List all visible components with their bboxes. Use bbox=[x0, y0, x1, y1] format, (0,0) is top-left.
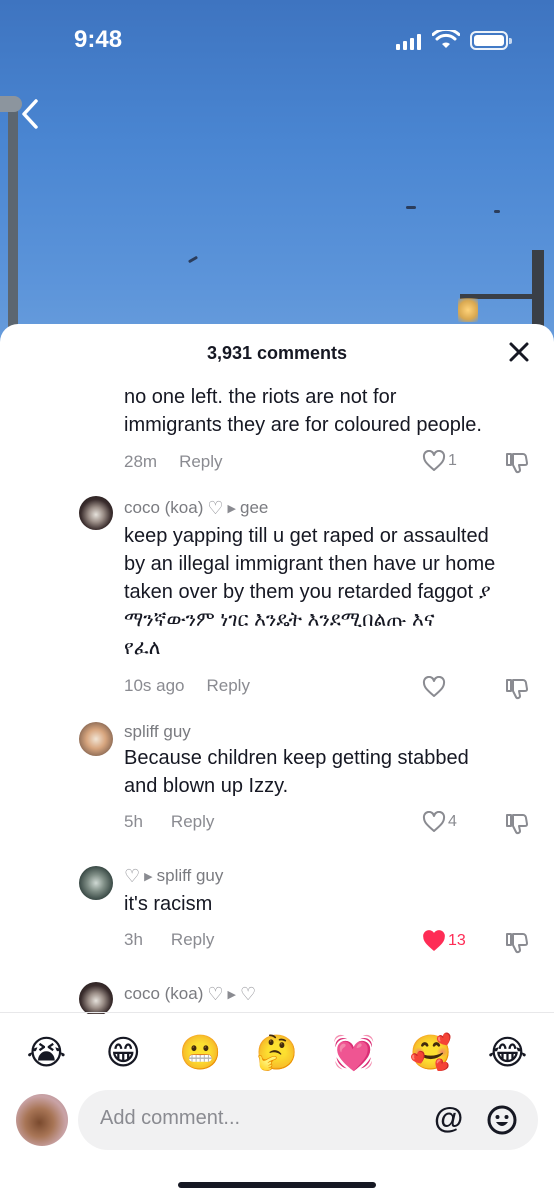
comment-item: no one left. the riots are not for immig… bbox=[0, 378, 554, 490]
heart-small-icon: ♡ bbox=[207, 497, 224, 518]
like-count: 4 bbox=[448, 813, 457, 830]
home-indicator bbox=[178, 1182, 376, 1188]
comment-input-placeholder: Add comment... bbox=[100, 1107, 241, 1129]
cellular-signal-icon bbox=[396, 34, 421, 50]
emoji-quick-bar: 😭 😁 😬 🤔 💓 🥰 😂 bbox=[0, 1012, 554, 1092]
reply-arrow-icon: ▶ bbox=[144, 870, 153, 883]
comment-text-line: Because children keep getting stabbed bbox=[124, 747, 469, 769]
like-count: 13 bbox=[448, 932, 466, 949]
status-bar: 9:48 bbox=[0, 0, 554, 84]
comment-text-line: የፈለ bbox=[124, 637, 161, 659]
my-avatar[interactable] bbox=[16, 1094, 68, 1146]
reply-arrow-icon: ▶ bbox=[227, 988, 236, 1001]
comment-text-line: and blown up Izzy. bbox=[124, 775, 289, 797]
emoji-button[interactable]: 😭 bbox=[23, 1033, 69, 1073]
comment-time: 10s ago bbox=[124, 676, 185, 695]
emoji-button[interactable]: 🥰 bbox=[408, 1033, 454, 1073]
comment-text-line: by an illegal immigrant then have ur hom… bbox=[124, 553, 496, 575]
comment-username-row: coco (koa) ♡ ▶ gee bbox=[124, 496, 268, 520]
avatar[interactable] bbox=[79, 866, 113, 900]
bird bbox=[494, 210, 500, 213]
comment-item: spliff guy Because children keep getting… bbox=[0, 718, 554, 858]
heart-filled-icon[interactable] bbox=[422, 930, 446, 952]
back-chevron-icon[interactable] bbox=[20, 98, 40, 130]
bird bbox=[187, 255, 199, 264]
heart-outline-icon[interactable] bbox=[422, 450, 446, 472]
reply-button[interactable]: Reply bbox=[171, 812, 214, 832]
emoji-button[interactable]: 🤔 bbox=[254, 1033, 300, 1073]
emoji-button[interactable]: 😁 bbox=[100, 1033, 146, 1073]
emoji-picker-icon[interactable] bbox=[486, 1104, 518, 1136]
comment-item: ♡ ▶ spliff guy it's racism 3h Reply 13 bbox=[0, 860, 554, 976]
avatar[interactable] bbox=[79, 982, 113, 1014]
dislike-icon[interactable] bbox=[504, 811, 530, 837]
wifi-icon bbox=[432, 30, 460, 48]
comment-text-line: it's racism bbox=[124, 893, 213, 915]
emoji-button[interactable]: 😬 bbox=[177, 1033, 223, 1073]
emoji-button[interactable]: 💓 bbox=[331, 1033, 377, 1073]
comment-text: it's racism bbox=[124, 890, 544, 918]
comments-count-title: 3,931 comments bbox=[206, 343, 348, 363]
comment-time: 28m bbox=[124, 452, 158, 471]
street-lamp bbox=[0, 96, 22, 112]
street-lamp-pole bbox=[8, 108, 18, 360]
comment-list[interactable]: no one left. the riots are not for immig… bbox=[0, 378, 554, 1014]
comment-username-row: spliff guy bbox=[124, 720, 191, 744]
status-time: 9:48 bbox=[74, 26, 123, 53]
comment-username[interactable]: coco (koa) bbox=[124, 984, 203, 1004]
comment-input[interactable]: Add comment... @ bbox=[78, 1090, 538, 1150]
comment-text: keep yapping till u get raped or assault… bbox=[124, 522, 544, 662]
reply-arrow-icon: ▶ bbox=[227, 502, 236, 515]
heart-small-icon: ♡ bbox=[207, 983, 224, 1004]
heart-small-icon: ♡ bbox=[124, 865, 141, 886]
comment-text-line: keep yapping till u get raped or assault… bbox=[124, 525, 489, 547]
street-lamp-light bbox=[458, 298, 478, 322]
comment-username-row: coco (koa) ♡ ▶ ♡ bbox=[124, 982, 256, 1006]
close-icon[interactable] bbox=[508, 341, 530, 363]
avatar[interactable] bbox=[79, 722, 113, 756]
comment-time: 5h bbox=[124, 812, 143, 831]
heart-outline-icon[interactable] bbox=[422, 676, 446, 698]
comment-item: coco (koa) ♡ ▶ gee keep yapping till u g… bbox=[0, 490, 554, 718]
dislike-icon[interactable] bbox=[504, 676, 530, 702]
bird bbox=[406, 206, 416, 209]
like-count: 1 bbox=[448, 452, 457, 469]
comment-text-line: immigrants they are for coloured people. bbox=[124, 414, 482, 436]
reply-button[interactable]: Reply bbox=[207, 676, 250, 696]
comment-text-line: ማንኛውንም ነገር እንዴት እንደሚበልጡ እና bbox=[124, 609, 435, 631]
reply-to-username[interactable]: gee bbox=[240, 498, 268, 518]
comment-username-row: ♡ ▶ spliff guy bbox=[124, 864, 223, 888]
comment-username[interactable]: spliff guy bbox=[124, 722, 191, 742]
comment-text-line: no one left. the riots are not for bbox=[124, 386, 397, 408]
comment-composer: Add comment... @ bbox=[0, 1090, 554, 1160]
emoji-button[interactable]: 😂 bbox=[484, 1033, 530, 1073]
heart-outline-icon[interactable] bbox=[422, 811, 446, 833]
reply-button[interactable]: Reply bbox=[171, 930, 214, 950]
comment-text-line: taken over by them you retarded faggot ያ bbox=[124, 581, 491, 603]
comment-username[interactable]: coco (koa) bbox=[124, 498, 203, 518]
reply-button[interactable]: Reply bbox=[179, 452, 222, 472]
reply-to-username[interactable]: spliff guy bbox=[157, 866, 224, 886]
avatar[interactable] bbox=[79, 496, 113, 530]
dislike-icon[interactable] bbox=[504, 450, 530, 476]
heart-small-icon: ♡ bbox=[239, 983, 257, 1004]
dislike-icon[interactable] bbox=[504, 930, 530, 956]
comment-time: 3h bbox=[124, 930, 143, 949]
comment-item: coco (koa) ♡ ▶ ♡ bbox=[0, 978, 554, 1014]
comment-text: Because children keep getting stabbed an… bbox=[124, 744, 544, 800]
battery-icon bbox=[470, 31, 512, 50]
mention-at-icon[interactable]: @ bbox=[434, 1102, 463, 1136]
comment-text: no one left. the riots are not for immig… bbox=[124, 383, 544, 439]
